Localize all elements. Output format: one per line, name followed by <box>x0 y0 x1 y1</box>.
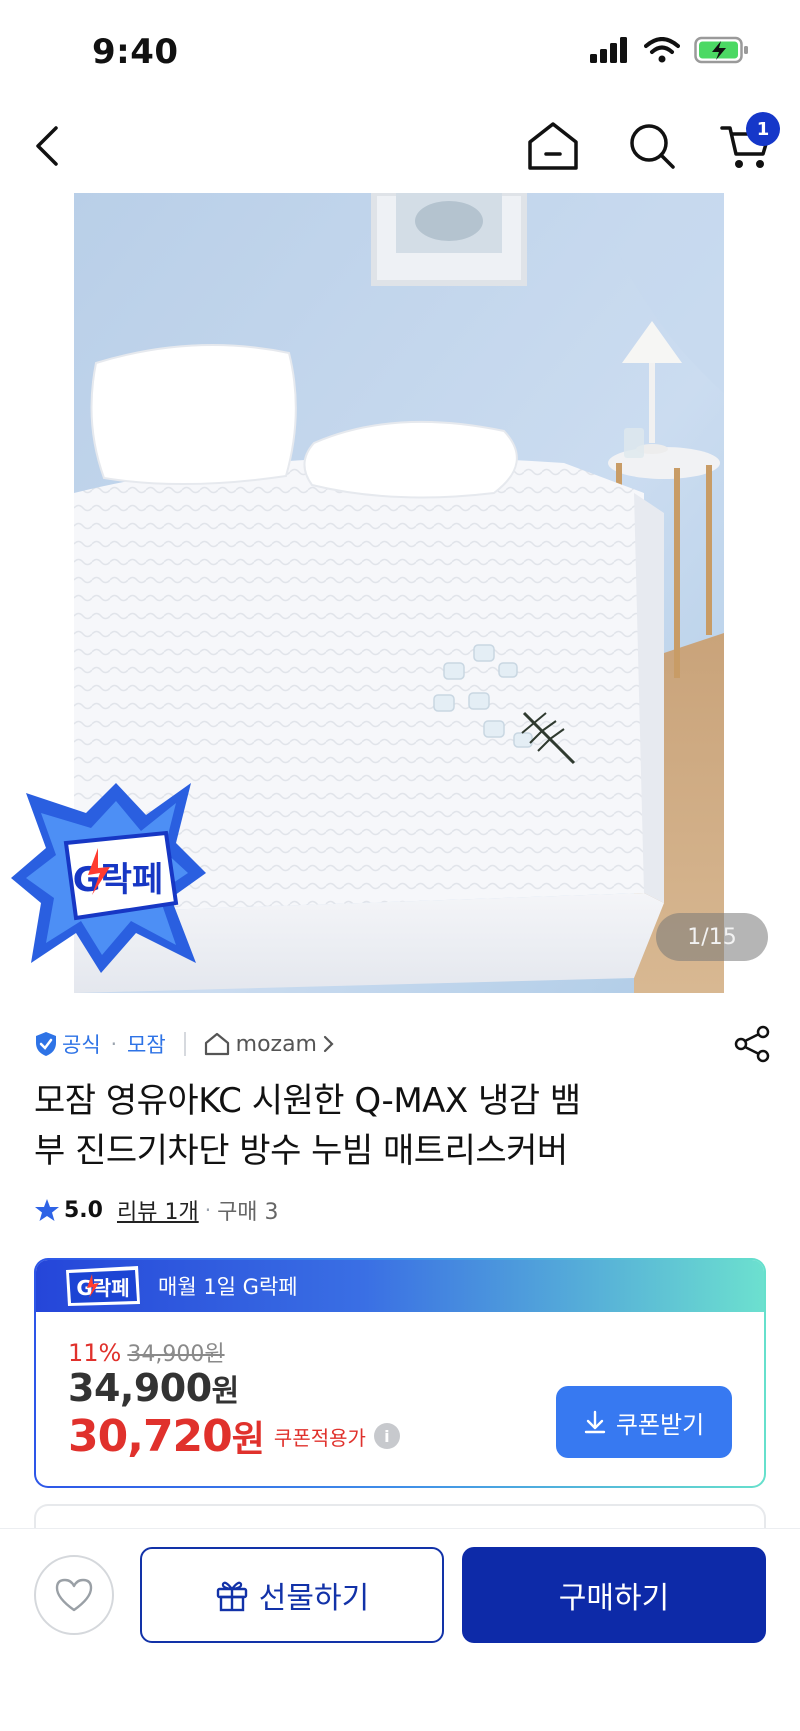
product-image-carousel[interactable]: G락페 1/15 <box>0 193 800 993</box>
rating-score: 5.0 <box>64 1197 103 1223</box>
share-icon <box>734 1025 770 1063</box>
home-icon <box>528 122 578 170</box>
official-label: 공식 <box>62 1033 101 1057</box>
cart-button[interactable]: 1 <box>714 112 780 178</box>
wifi-icon <box>644 37 680 63</box>
g-rakpe-logo-icon: G락페 <box>66 1266 140 1306</box>
star-icon <box>35 1199 59 1221</box>
buy-button-label: 구매하기 <box>558 1581 670 1616</box>
shield-check-icon <box>36 1032 56 1056</box>
official-badge[interactable]: 공식 · 모잠 <box>34 1029 166 1059</box>
sale-price: 34,900원 <box>68 1366 239 1410</box>
status-bar: 9:40 <box>0 0 800 100</box>
sale-price-value: 34,900 <box>68 1366 212 1410</box>
wishlist-button[interactable] <box>34 1555 114 1635</box>
seller-row: 공식 · 모잠 mozam <box>34 1022 774 1066</box>
get-coupon-label: 쿠폰받기 <box>615 1410 705 1439</box>
image-counter: 1/15 <box>656 913 768 961</box>
discount-rate: 11% <box>68 1339 122 1367</box>
svg-text:G락페: G락페 <box>76 1276 129 1300</box>
search-icon <box>630 124 675 169</box>
coupon-price-row: 30,720원 쿠폰적용가 i <box>68 1410 400 1462</box>
info-icon[interactable]: i <box>373 1423 400 1449</box>
original-price: 34,900원 <box>127 1342 225 1367</box>
chevron-right-icon <box>323 1035 334 1053</box>
discount-row: 11% 34,900원 <box>68 1336 225 1368</box>
gift-button[interactable]: 선물하기 <box>140 1547 444 1643</box>
nav-bar: 1 <box>0 100 800 192</box>
share-button[interactable] <box>730 1022 774 1066</box>
gift-icon <box>216 1581 247 1612</box>
download-icon <box>584 1410 606 1434</box>
home-button[interactable] <box>521 114 585 178</box>
price-card: G락페 매월 1일 G락페 11% 34,900원 34,900원 30,720… <box>34 1258 766 1488</box>
promo-header[interactable]: G락페 매월 1일 G락페 <box>36 1260 764 1312</box>
back-icon <box>36 126 58 166</box>
cart-count-badge: 1 <box>746 112 780 146</box>
sticker-text: G락페 <box>73 860 163 900</box>
rating-row: 5.0 리뷰 1개 · 구매 3 <box>34 1190 279 1230</box>
review-link[interactable]: 리뷰 1개 <box>117 1194 199 1226</box>
purchase-count: 구매 3 <box>217 1200 279 1225</box>
buy-button[interactable]: 구매하기 <box>462 1547 766 1643</box>
burst-badge-icon: G락페 <box>11 783 206 973</box>
coupon-price-value: 30,720 <box>68 1411 233 1462</box>
dot-separator: · <box>110 1032 117 1056</box>
bottom-action-bar: 선물하기 구매하기 <box>0 1528 800 1731</box>
coupon-price-label: 쿠폰적용가 <box>273 1425 366 1450</box>
search-button[interactable] <box>620 114 684 178</box>
heart-icon <box>55 1578 93 1612</box>
store-home-icon <box>204 1032 229 1056</box>
signal-icon <box>590 37 627 63</box>
status-icons <box>590 36 750 64</box>
store-link[interactable]: mozam <box>204 1032 335 1057</box>
product-title-line-2: 부 진드기차단 방수 누빔 매트리스커버 <box>34 1131 568 1171</box>
battery-charging-icon <box>694 36 748 64</box>
g-rakpe-logo: G락페 <box>62 1264 142 1308</box>
g-rakpe-promo-sticker: G락페 <box>6 773 216 983</box>
get-coupon-button[interactable]: 쿠폰받기 <box>556 1386 732 1458</box>
store-name: mozam <box>235 1031 317 1057</box>
dot-separator: · <box>204 1198 212 1222</box>
gift-button-label: 선물하기 <box>258 1581 370 1616</box>
product-title-line-1: 모잠 영유아KC 시원한 Q-MAX 냉감 뱀 <box>34 1081 581 1121</box>
brand-name: 모잠 <box>127 1033 166 1057</box>
status-time: 9:40 <box>92 32 179 72</box>
divider <box>183 1032 186 1056</box>
product-title: 모잠 영유아KC 시원한 Q-MAX 냉감 뱀 부 진드기차단 방수 누빔 매트… <box>34 1076 734 1176</box>
back-button[interactable] <box>16 114 80 178</box>
coupon-price: 30,720원 <box>68 1410 265 1462</box>
coupon-price-unit: 원 <box>231 1419 265 1460</box>
promo-header-text: 매월 1일 G락페 <box>158 1275 298 1299</box>
sale-price-unit: 원 <box>211 1374 240 1409</box>
